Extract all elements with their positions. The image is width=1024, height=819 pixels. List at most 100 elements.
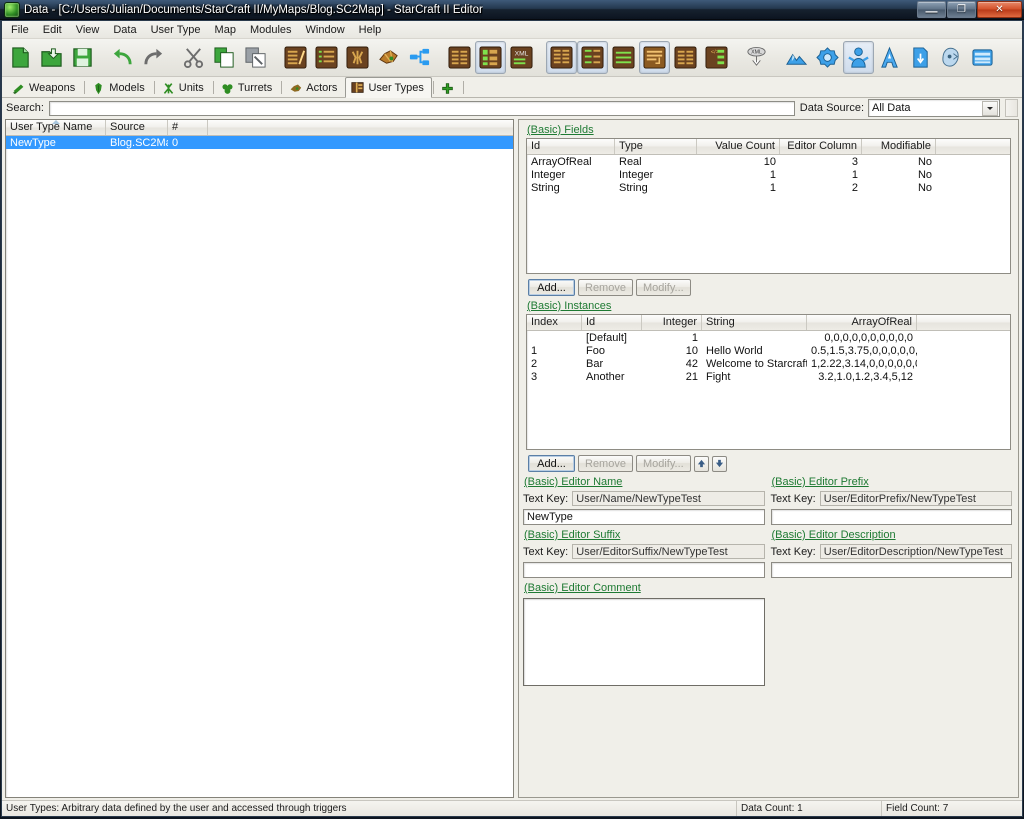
maximize-button[interactable]: ❐: [947, 1, 976, 18]
column-header-editor-column[interactable]: Editor Column: [780, 139, 862, 154]
minimize-button[interactable]: —: [917, 1, 946, 18]
column-header-index[interactable]: Index: [527, 315, 582, 330]
table-row[interactable]: 1 Foo 10 Hello World 0.5,1.5,3.75,0,0,0,…: [527, 344, 1010, 357]
list-body[interactable]: NewType Blog.SC2Map 0: [6, 136, 513, 797]
terrain-module-icon[interactable]: [280, 41, 311, 74]
move-up-button[interactable]: [693, 455, 709, 472]
fields-section-label[interactable]: (Basic) Fields: [527, 124, 594, 136]
view-split-icon[interactable]: [670, 41, 701, 74]
paste-icon[interactable]: [240, 41, 271, 74]
search-input[interactable]: [48, 100, 795, 116]
tab-turrets[interactable]: Turrets: [215, 78, 280, 97]
column-header-user-type-name[interactable]: User Type Name: [6, 120, 106, 135]
editor-prefix-label[interactable]: (Basic) Editor Prefix: [772, 476, 869, 488]
editor-prefix-key-field[interactable]: User/EditorPrefix/NewTypeTest: [819, 491, 1012, 506]
column-header-count[interactable]: #: [168, 120, 208, 135]
column-header-type[interactable]: Type: [615, 139, 697, 154]
editor-description-value-field[interactable]: [770, 562, 1012, 578]
column-header-value-count[interactable]: Value Count: [697, 139, 780, 154]
data-table-view-icon[interactable]: [444, 41, 475, 74]
editor-suffix-key-field[interactable]: User/EditorSuffix/NewTypeTest: [572, 544, 765, 559]
editor-name-value-field[interactable]: NewType: [523, 509, 765, 525]
menu-data[interactable]: Data: [106, 23, 143, 37]
column-header-modifiable[interactable]: Modifiable: [862, 139, 936, 154]
actor-module-icon[interactable]: [373, 41, 404, 74]
editor-comment-label[interactable]: (Basic) Editor Comment: [524, 582, 641, 594]
import-module-icon[interactable]: [905, 41, 936, 74]
cutscene-editor-icon[interactable]: [967, 41, 998, 74]
editor-suffix-label[interactable]: (Basic) Editor Suffix: [524, 529, 620, 541]
editor-description-key-field[interactable]: User/EditorDescription/NewTypeTest: [819, 544, 1012, 559]
menu-view[interactable]: View: [69, 23, 107, 37]
save-disk-icon[interactable]: [67, 41, 98, 74]
editor-name-label[interactable]: (Basic) Editor Name: [524, 476, 622, 488]
trigger-module-icon[interactable]: [311, 41, 342, 74]
new-document-icon[interactable]: [5, 41, 36, 74]
tab-actors[interactable]: Actors: [283, 78, 345, 97]
export-xml-icon[interactable]: XML: [741, 41, 772, 74]
menu-user-type[interactable]: User Type: [144, 23, 208, 37]
editor-comment-textarea[interactable]: [523, 598, 765, 686]
editor-description-label[interactable]: (Basic) Editor Description: [772, 529, 896, 541]
fields-remove-button[interactable]: Remove: [578, 279, 633, 296]
column-header-string[interactable]: String: [702, 315, 807, 330]
move-down-button[interactable]: [711, 455, 727, 472]
column-header-id[interactable]: Id: [582, 315, 642, 330]
ai-editor-icon[interactable]: [936, 41, 967, 74]
tab-add-new[interactable]: [435, 78, 462, 97]
undo-icon[interactable]: [107, 41, 138, 74]
table-row[interactable]: 2 Bar 42 Welcome to Starcraft II 1,2.22,…: [527, 357, 1010, 370]
tab-weapons[interactable]: Weapons: [6, 78, 83, 97]
instances-add-button[interactable]: Add...: [528, 455, 575, 472]
table-row[interactable]: NewType Blog.SC2Map 0: [6, 136, 513, 149]
column-header-integer[interactable]: Integer: [642, 315, 702, 330]
cut-scissors-icon[interactable]: [178, 41, 209, 74]
data-source-select[interactable]: All Data: [868, 99, 1000, 117]
text-editor-icon[interactable]: [874, 41, 905, 74]
instances-section-label[interactable]: (Basic) Instances: [527, 300, 611, 312]
editor-prefix-value-field[interactable]: [770, 509, 1012, 525]
view-rows-icon[interactable]: [639, 41, 670, 74]
column-header-id[interactable]: Id: [527, 139, 615, 154]
fields-add-button[interactable]: Add...: [528, 279, 575, 296]
menu-map[interactable]: Map: [208, 23, 243, 37]
table-row[interactable]: String String 1 2 No: [527, 181, 1010, 194]
menu-file[interactable]: File: [4, 23, 36, 37]
fields-modify-button[interactable]: Modify...: [635, 279, 691, 296]
column-header-arrayofreal[interactable]: ArrayOfReal: [807, 315, 917, 330]
view-columns-icon[interactable]: [546, 41, 577, 74]
instances-table[interactable]: Index Id Integer String ArrayOfReal [Def…: [526, 314, 1011, 450]
editor-suffix-value-field[interactable]: [523, 562, 765, 578]
ai-module-icon[interactable]: [404, 41, 435, 74]
fields-table[interactable]: Id Type Value Count Editor Column Modifi…: [526, 138, 1011, 274]
view-raw-icon[interactable]: </>: [701, 41, 732, 74]
instances-modify-button[interactable]: Modify...: [635, 455, 691, 472]
copy-icon[interactable]: [209, 41, 240, 74]
instances-remove-button[interactable]: Remove: [578, 455, 633, 472]
view-fields-icon[interactable]: [608, 41, 639, 74]
unit-module-icon[interactable]: [342, 41, 373, 74]
data-editor-icon[interactable]: [843, 41, 874, 74]
menu-help[interactable]: Help: [352, 23, 389, 37]
menu-window[interactable]: Window: [299, 23, 352, 37]
view-values-icon[interactable]: [577, 41, 608, 74]
terrain-editor-icon[interactable]: [781, 41, 812, 74]
trigger-editor-icon[interactable]: [812, 41, 843, 74]
table-row[interactable]: [Default] 1 0,0,0,0,0,0,0,0,0,0: [527, 331, 1010, 344]
menu-modules[interactable]: Modules: [243, 23, 299, 37]
table-row[interactable]: ArrayOfReal Real 10 3 No: [527, 155, 1010, 168]
chevron-down-icon[interactable]: [982, 101, 998, 116]
column-header-source[interactable]: Source: [106, 120, 168, 135]
tab-user-types[interactable]: User Types: [345, 77, 432, 98]
data-tree-view-icon[interactable]: [475, 41, 506, 74]
open-folder-icon[interactable]: [36, 41, 67, 74]
data-xml-view-icon[interactable]: XML: [506, 41, 537, 74]
user-type-list[interactable]: User Type Name Source # NewType Blog.SC2…: [5, 119, 514, 798]
table-row[interactable]: 3 Another 21 Fight 3.2,1.0,1.2,3.4,5,12: [527, 370, 1010, 383]
table-row[interactable]: Integer Integer 1 1 No: [527, 168, 1010, 181]
tab-models[interactable]: Models: [86, 78, 152, 97]
editor-name-key-field[interactable]: User/Name/NewTypeTest: [572, 491, 765, 506]
tab-units[interactable]: Units: [156, 78, 212, 97]
close-button[interactable]: ✕: [977, 1, 1022, 18]
redo-icon[interactable]: [138, 41, 169, 74]
